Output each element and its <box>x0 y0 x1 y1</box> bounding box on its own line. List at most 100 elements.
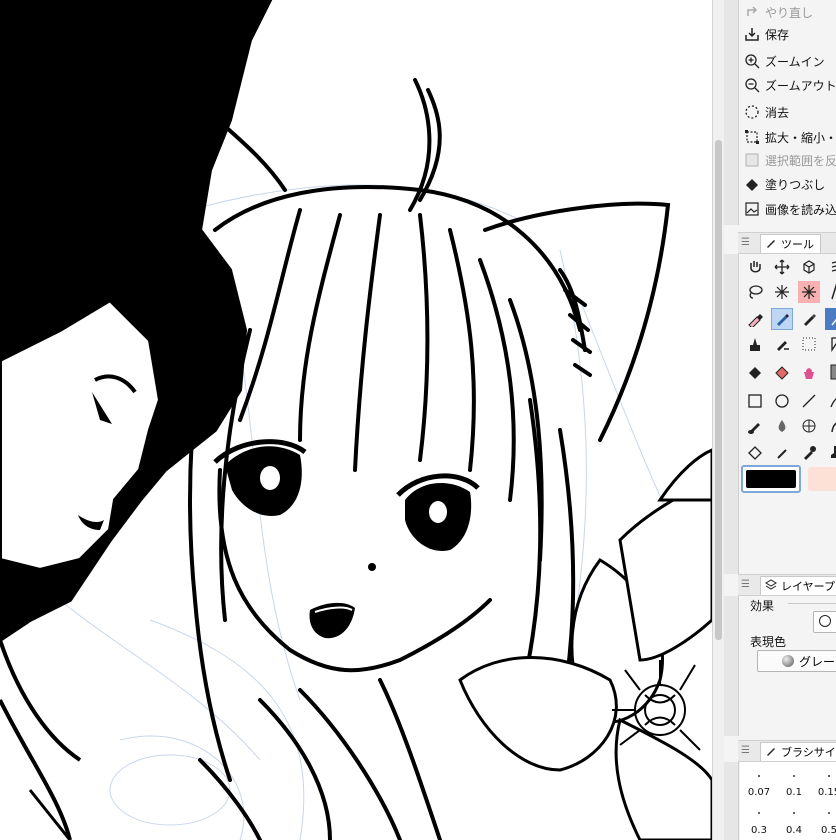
save-icon <box>742 24 762 44</box>
brush-size-dot <box>793 775 795 777</box>
selection-icon <box>742 150 762 170</box>
redo-icon <box>742 2 762 22</box>
command-bar-gutter <box>724 0 739 225</box>
import-image-button[interactable]: 画像を読み込 <box>742 197 836 221</box>
bucket-tool[interactable] <box>798 361 820 383</box>
eraser-icon <box>748 314 763 327</box>
eyedropper-tool[interactable] <box>798 441 820 463</box>
tab-layer-property[interactable]: レイヤープ <box>760 576 836 595</box>
line-icon <box>802 394 816 408</box>
drawing-canvas[interactable] <box>0 0 712 840</box>
zoom-out-icon <box>742 75 762 95</box>
grid-tool[interactable] <box>798 415 820 437</box>
brush-size-dot <box>828 775 830 777</box>
text-tool[interactable] <box>825 281 836 303</box>
panel-grip-icon[interactable]: ☰ <box>741 580 750 590</box>
zoom-in-button[interactable]: ズームイン <box>742 49 836 73</box>
expression-color-label: 表現色 <box>750 635 787 649</box>
brush-size-tab-label: ブラシサイ <box>781 746 836 759</box>
gradient-tool[interactable] <box>825 361 836 383</box>
transform-label: 拡大・縮小・回 <box>765 130 836 145</box>
redo-button[interactable]: やり直し <box>742 0 836 24</box>
fill-erase-tool[interactable] <box>771 361 793 383</box>
brush-size-0[interactable]: 0.07 <box>744 787 774 798</box>
gray-sphere-icon <box>782 655 794 667</box>
pen-tool-blue[interactable] <box>825 308 836 330</box>
layer-property-tab-label: レイヤープ <box>781 580 836 593</box>
import-image-label: 画像を読み込 <box>765 202 836 217</box>
hand-icon <box>750 261 761 273</box>
main-color-fill <box>746 470 796 488</box>
panel-grip-icon[interactable]: ☰ <box>741 238 750 248</box>
magic-wand-tool[interactable] <box>771 281 793 303</box>
blend-tool[interactable] <box>771 333 793 355</box>
hand-tool[interactable] <box>744 256 766 278</box>
save-label: 保存 <box>765 27 790 42</box>
tab-brush-size[interactable]: ブラシサイ <box>760 742 836 761</box>
effect-label: 効果 <box>750 599 775 613</box>
brush-size-dot <box>758 775 760 777</box>
selection-pen-tool[interactable] <box>798 281 820 303</box>
tab-tool[interactable]: ツール <box>760 234 821 253</box>
lasso-tool[interactable] <box>744 281 766 303</box>
fill-label: 塗りつぶし <box>765 177 826 192</box>
clear-button[interactable]: 消去 <box>742 100 836 124</box>
curve-tool[interactable] <box>825 390 836 412</box>
expression-color-dropdown[interactable]: グレー <box>757 650 836 672</box>
brush-size-4[interactable]: 0.4 <box>779 825 809 836</box>
save-button[interactable]: 保存 <box>742 22 836 46</box>
ink-tool[interactable] <box>744 333 766 355</box>
spray-tool[interactable] <box>798 333 820 355</box>
rectangle-tool[interactable] <box>744 390 766 412</box>
main-color-swatch[interactable] <box>741 465 801 493</box>
brush-size-3[interactable]: 0.3 <box>744 825 774 836</box>
brush-size-header: ☰ ブラシサイ <box>738 740 836 762</box>
fill-button[interactable]: 塗りつぶし <box>742 172 836 196</box>
effect-frame <box>788 603 836 604</box>
dropper-fill-tool[interactable] <box>771 441 793 463</box>
stamp-tool[interactable] <box>825 441 836 463</box>
pen-icon <box>777 314 789 326</box>
fill-tool[interactable] <box>744 361 766 383</box>
expression-color-value: グレー <box>799 654 836 669</box>
main-eyes <box>213 439 480 551</box>
clear-icon <box>742 102 762 122</box>
pencil-tool[interactable] <box>798 308 820 330</box>
object-icon <box>803 260 815 274</box>
fill-blend-tool[interactable] <box>744 441 766 463</box>
pen-tool-selected[interactable] <box>771 308 793 330</box>
sub-color-swatch[interactable] <box>808 467 836 491</box>
brush-icon <box>765 745 777 760</box>
layer-panel-gutter <box>724 596 739 736</box>
brush-size-dot <box>828 812 830 814</box>
transform-button[interactable]: 拡大・縮小・回 <box>742 125 836 149</box>
brush-size-1[interactable]: 0.1 <box>779 787 809 798</box>
redo-label: やり直し <box>765 5 814 20</box>
eraser-pen-tool[interactable] <box>744 308 766 330</box>
brush-size-2[interactable]: 0.15 <box>814 787 836 798</box>
frame-tool[interactable] <box>825 333 836 355</box>
water-tool[interactable] <box>771 415 793 437</box>
ellipse-tool[interactable] <box>771 390 793 412</box>
move-tool[interactable] <box>771 256 793 278</box>
pen-icon <box>765 237 777 252</box>
tool-panel-gutter <box>724 254 739 574</box>
brush-size-5[interactable]: 0.5 <box>814 825 836 836</box>
clear-label: 消去 <box>765 105 790 120</box>
blur-tool[interactable] <box>825 415 836 437</box>
zoom-in-label: ズームイン <box>765 54 825 69</box>
layer-move-tool[interactable] <box>825 256 836 278</box>
scrollbar-thumb[interactable] <box>715 140 722 640</box>
effect-toggle-button[interactable] <box>813 611 836 633</box>
panel-grip-icon[interactable]: ☰ <box>741 746 750 756</box>
selection-border-button[interactable]: 選択範囲を反 <box>742 148 836 172</box>
sparkle-icon <box>802 285 816 299</box>
line-tool[interactable] <box>798 390 820 412</box>
zoom-out-button[interactable]: ズームアウト <box>742 73 836 97</box>
layer-property-icon <box>765 578 777 594</box>
fill-icon <box>742 174 762 194</box>
brush-icon <box>748 423 760 434</box>
brush-tool[interactable] <box>744 415 766 437</box>
object-tool[interactable] <box>798 256 820 278</box>
circle-icon <box>819 615 831 627</box>
